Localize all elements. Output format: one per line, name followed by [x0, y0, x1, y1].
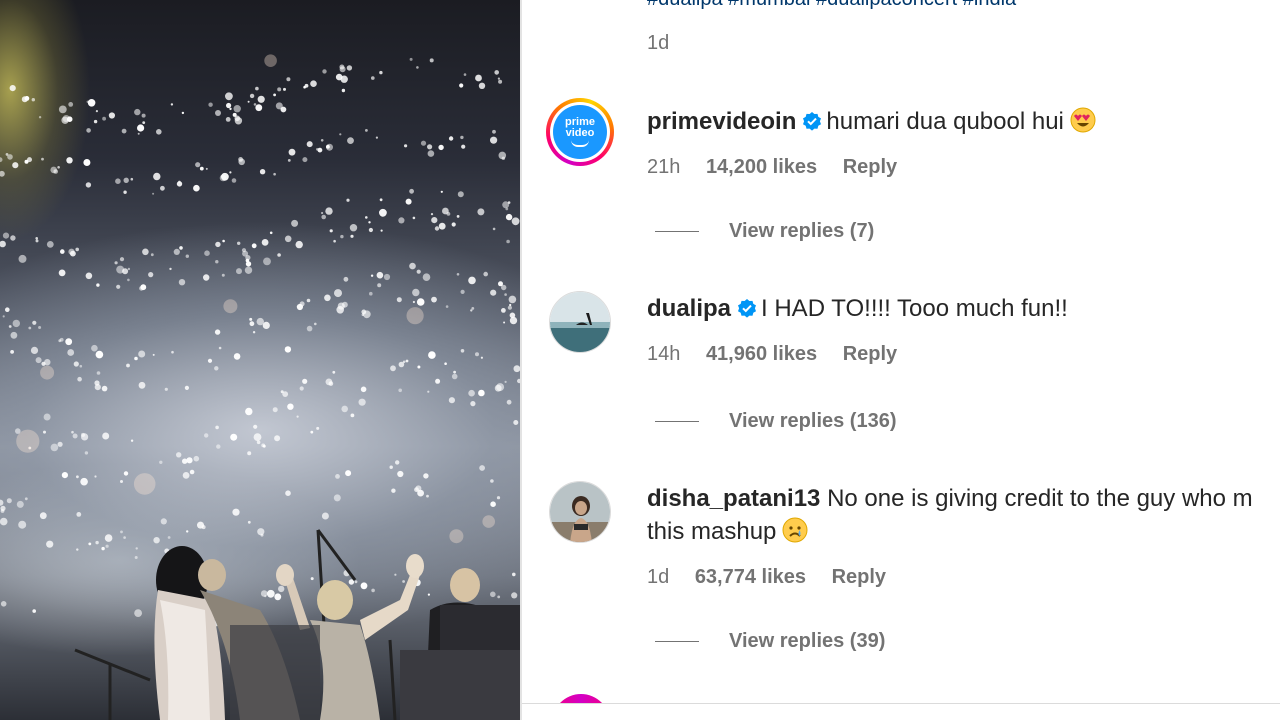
view-replies-button[interactable]: View replies (7): [655, 220, 874, 243]
view-replies-label: View replies (7): [729, 220, 875, 242]
comment-text-line-1: disha_patani13 No one is giving credit t…: [647, 482, 1253, 516]
comment-body-line-2: this mashup: [647, 518, 777, 545]
verified-badge-icon: [738, 299, 757, 318]
prime-video-logo: prime video: [553, 105, 607, 159]
comment-text: dualipa I HAD TO!!!! Tooo much fun!!: [647, 292, 1068, 326]
view-replies-button[interactable]: View replies (136): [655, 410, 897, 433]
replies-divider-line: [655, 231, 699, 232]
crying-emoji: [782, 517, 808, 543]
view-replies-label: View replies (136): [729, 410, 897, 432]
avatar[interactable]: [546, 478, 614, 546]
reply-button[interactable]: Reply: [843, 343, 897, 365]
stage-performers: [74, 529, 520, 720]
comment-username[interactable]: primevideoin: [647, 108, 796, 135]
comment-likes[interactable]: 63,774 likes: [695, 566, 806, 588]
replies-divider-line: [655, 641, 699, 642]
comments-panel[interactable]: #dualipa #mumbai #dualipaconcert #india …: [522, 0, 1280, 720]
comment-body: humari dua qubool hui: [826, 108, 1064, 135]
verified-badge-icon: [803, 112, 822, 131]
reply-button[interactable]: Reply: [843, 156, 897, 178]
comment-input-bar[interactable]: [522, 703, 1280, 720]
caption-timestamp: 1d: [647, 32, 670, 54]
view-replies-button[interactable]: View replies (39): [655, 630, 885, 653]
avatar[interactable]: prime video: [546, 98, 614, 166]
heart-eyes-emoji: [1070, 107, 1096, 133]
reply-button[interactable]: Reply: [832, 566, 886, 588]
comment-body-line-1: No one is giving credit to the guy who m: [827, 485, 1253, 512]
comment-username[interactable]: dualipa: [647, 295, 731, 322]
comment-text-line-2: this mashup: [647, 515, 808, 549]
avatar-photo: [549, 291, 611, 353]
avatar[interactable]: [546, 288, 614, 356]
comment-likes[interactable]: 41,960 likes: [706, 343, 817, 365]
replies-divider-line: [655, 421, 699, 422]
comment-body: I HAD TO!!!! Tooo much fun!!: [761, 295, 1068, 322]
comment-meta: 21h 14,200 likes Reply: [647, 156, 917, 179]
comment-time: 21h: [647, 156, 681, 178]
post-video[interactable]: [0, 0, 520, 720]
comment-time: 1d: [647, 566, 670, 588]
avatar-photo: [549, 481, 611, 543]
caption-hashtags[interactable]: #dualipa #mumbai #dualipaconcert #india: [647, 0, 1016, 11]
comment-meta: 1d 63,774 likes Reply: [647, 566, 906, 589]
comment-text: primevideoin humari dua qubool hui: [647, 105, 1096, 139]
logo-text-video: video: [565, 127, 595, 139]
comment-time: 14h: [647, 343, 681, 365]
comment-likes[interactable]: 14,200 likes: [706, 156, 817, 178]
view-replies-label: View replies (39): [729, 630, 886, 652]
comment-username[interactable]: disha_patani13: [647, 485, 820, 512]
comment-meta: 14h 41,960 likes Reply: [647, 343, 917, 366]
